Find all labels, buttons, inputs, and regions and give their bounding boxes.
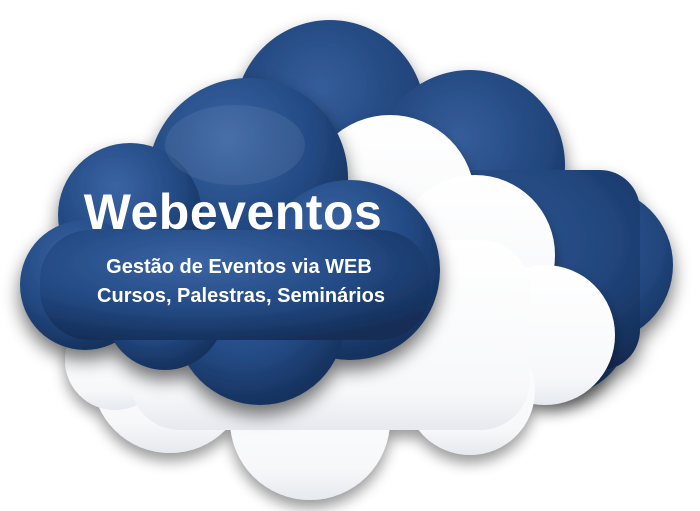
- logo-tagline-line2: Cursos, Palestras, Seminários: [97, 285, 385, 307]
- logo-tagline-line1: Gestão de Eventos via WEB: [106, 256, 372, 278]
- logo-stage: Webeventos Gestão de Eventos via WEB Cur…: [0, 0, 700, 511]
- webeventos-logo: Webeventos Gestão de Eventos via WEB Cur…: [20, 20, 673, 500]
- logo-title: Webeventos: [84, 184, 383, 240]
